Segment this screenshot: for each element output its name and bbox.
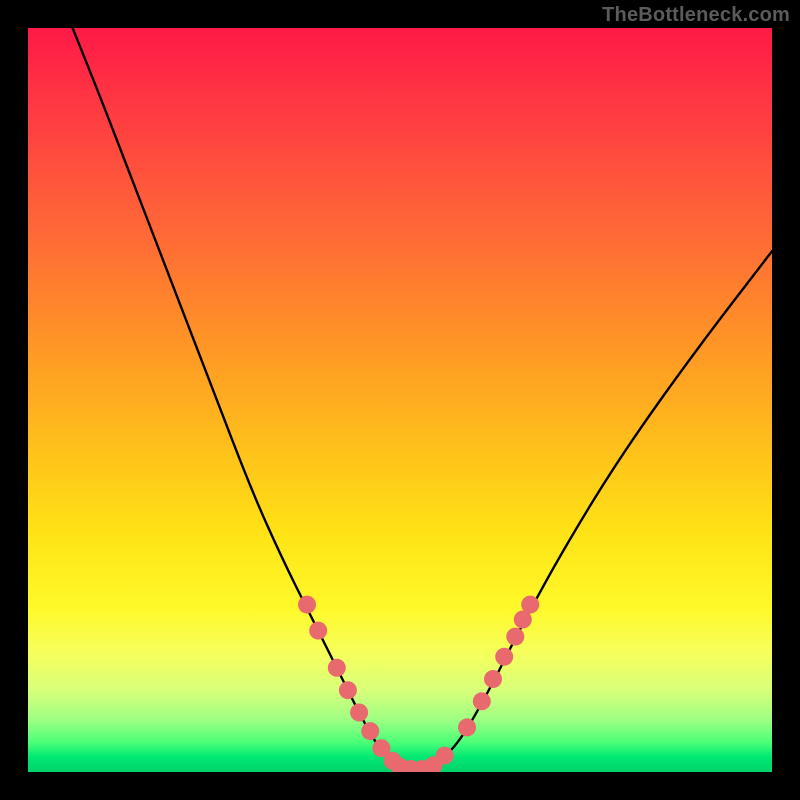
sample-dot	[350, 704, 368, 722]
sample-dot	[298, 596, 316, 614]
sample-dot	[506, 628, 524, 646]
sample-dot	[484, 670, 502, 688]
sample-dot	[339, 681, 357, 699]
sample-dot	[436, 747, 454, 765]
sample-dot	[361, 722, 379, 740]
chart-svg	[28, 28, 772, 772]
sample-dot	[521, 596, 539, 614]
sample-dot	[495, 648, 513, 666]
sample-dot	[458, 718, 476, 736]
sample-dot	[309, 622, 327, 640]
sample-dot	[473, 692, 491, 710]
bottleneck-curve	[73, 28, 772, 769]
sample-dot	[328, 659, 346, 677]
watermark-text: TheBottleneck.com	[602, 4, 790, 27]
plot-area	[28, 28, 772, 772]
stage: TheBottleneck.com	[0, 0, 800, 800]
sample-dots-group	[298, 596, 539, 772]
